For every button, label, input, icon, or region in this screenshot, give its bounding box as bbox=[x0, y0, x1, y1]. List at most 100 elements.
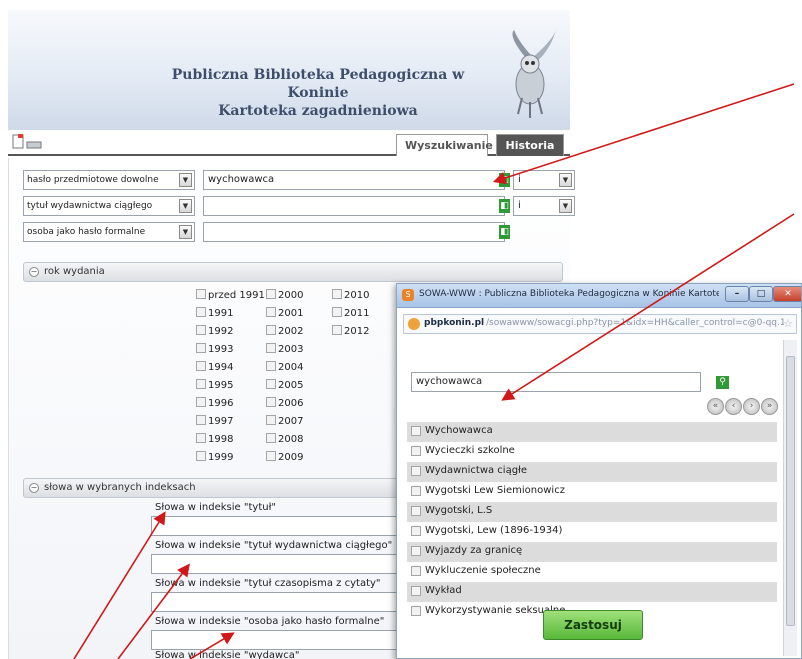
result-item[interactable]: Wychowawca bbox=[407, 422, 777, 442]
year-checkbox[interactable]: 1998 bbox=[196, 432, 233, 450]
next-page-icon[interactable]: › bbox=[743, 398, 760, 415]
dropdown-arrow-icon[interactable]: ▼ bbox=[559, 199, 572, 213]
year-checkbox[interactable]: 1994 bbox=[196, 360, 233, 378]
last-page-icon[interactable]: » bbox=[761, 398, 778, 415]
dropdown-arrow-icon[interactable]: ▼ bbox=[179, 225, 192, 239]
checkbox-icon[interactable] bbox=[266, 325, 276, 335]
result-item[interactable]: Wygotski, Lew (1896-1934) bbox=[407, 522, 777, 542]
index-field-select[interactable]: tytuł wydawnictwa ciągłego ▼ bbox=[23, 196, 195, 216]
checkbox-icon[interactable] bbox=[266, 343, 276, 353]
collapse-toggle-icon[interactable]: − bbox=[29, 267, 39, 277]
checkbox-icon[interactable] bbox=[332, 307, 342, 317]
year-checkbox[interactable]: 2003 bbox=[266, 342, 303, 360]
checkbox-icon[interactable] bbox=[411, 426, 421, 436]
browse-index-icon[interactable]: ◧ bbox=[499, 199, 510, 213]
checkbox-icon[interactable] bbox=[196, 289, 206, 299]
checkbox-icon[interactable] bbox=[266, 289, 276, 299]
checkbox-icon[interactable] bbox=[411, 506, 421, 516]
result-item[interactable]: Wykluczenie społeczne bbox=[407, 562, 777, 582]
index-field-select[interactable]: osoba jako hasło formalne ▼ bbox=[23, 222, 195, 242]
year-checkbox[interactable]: 2004 bbox=[266, 360, 303, 378]
popup-search-input[interactable]: wychowawca ⚲ bbox=[411, 372, 729, 392]
year-checkbox[interactable]: 1999 bbox=[196, 450, 233, 468]
checkbox-icon[interactable] bbox=[266, 361, 276, 371]
window-minimize-icon[interactable]: – bbox=[725, 286, 749, 302]
search-icon[interactable]: ⚲ bbox=[716, 376, 729, 389]
collapse-toggle-icon[interactable]: − bbox=[29, 483, 39, 493]
result-item[interactable]: Wygotski, L.S bbox=[407, 502, 777, 522]
checkbox-icon[interactable] bbox=[266, 433, 276, 443]
dropdown-arrow-icon[interactable]: ▼ bbox=[559, 173, 572, 187]
index-field-input[interactable] bbox=[151, 592, 411, 612]
checkbox-icon[interactable] bbox=[332, 289, 342, 299]
tab-search[interactable]: Wyszukiwanie bbox=[396, 134, 493, 156]
checkbox-icon[interactable] bbox=[266, 307, 276, 317]
year-checkbox[interactable]: 2006 bbox=[266, 396, 303, 414]
first-page-icon[interactable]: « bbox=[707, 398, 724, 415]
checkbox-icon[interactable] bbox=[332, 325, 342, 335]
window-close-icon[interactable]: ✕ bbox=[773, 286, 801, 302]
year-checkbox[interactable]: przed 1991 bbox=[196, 288, 265, 306]
checkbox-icon[interactable] bbox=[411, 486, 421, 496]
index-field-select[interactable]: hasło przedmiotowe dowolne ▼ bbox=[23, 170, 195, 190]
year-checkbox[interactable]: 1996 bbox=[196, 396, 233, 414]
checkbox-icon[interactable] bbox=[411, 466, 421, 476]
operator-select[interactable]: i ▼ bbox=[513, 196, 575, 216]
checkbox-icon[interactable] bbox=[196, 343, 206, 353]
search-term-input[interactable]: wychowawca bbox=[203, 170, 505, 190]
address-bar[interactable]: pbpkonin.pl /sowawww/sowacgi.php?typ=1&i… bbox=[403, 314, 797, 334]
checkbox-icon[interactable] bbox=[266, 397, 276, 407]
checkbox-icon[interactable] bbox=[411, 606, 421, 616]
new-document-icon[interactable] bbox=[12, 134, 24, 149]
result-item[interactable]: Wydawnictwa ciągłe bbox=[407, 462, 777, 482]
tab-history[interactable]: Historia bbox=[496, 134, 564, 156]
year-checkbox[interactable]: 2005 bbox=[266, 378, 303, 396]
checkbox-icon[interactable] bbox=[196, 325, 206, 335]
year-checkbox[interactable]: 1991 bbox=[196, 306, 233, 324]
checkbox-icon[interactable] bbox=[196, 379, 206, 389]
dropdown-arrow-icon[interactable]: ▼ bbox=[179, 173, 192, 187]
year-checkbox[interactable]: 2008 bbox=[266, 432, 303, 450]
checkbox-icon[interactable] bbox=[411, 446, 421, 456]
year-checkbox[interactable]: 1992 bbox=[196, 324, 233, 342]
checkbox-icon[interactable] bbox=[196, 307, 206, 317]
year-checkbox[interactable]: 1997 bbox=[196, 414, 233, 432]
year-checkbox[interactable]: 1995 bbox=[196, 378, 233, 396]
search-term-input[interactable] bbox=[203, 196, 505, 216]
result-item[interactable]: Wycieczki szkolne bbox=[407, 442, 777, 462]
popup-scrollbar[interactable] bbox=[783, 340, 797, 656]
index-field-input[interactable] bbox=[151, 630, 411, 650]
checkbox-icon[interactable] bbox=[196, 361, 206, 371]
prev-page-icon[interactable]: ‹ bbox=[725, 398, 742, 415]
result-item[interactable]: Wygotski Lew Siemionowicz bbox=[407, 482, 777, 502]
year-checkbox[interactable]: 2002 bbox=[266, 324, 303, 342]
result-item[interactable]: Wyjazdy za granicę bbox=[407, 542, 777, 562]
year-checkbox[interactable]: 2012 bbox=[332, 324, 369, 342]
browse-index-icon[interactable]: ◧ bbox=[499, 225, 510, 239]
checkbox-icon[interactable] bbox=[196, 433, 206, 443]
print-icon[interactable] bbox=[26, 141, 42, 149]
year-checkbox[interactable]: 2010 bbox=[332, 288, 369, 306]
year-checkbox[interactable]: 1993 bbox=[196, 342, 233, 360]
index-field-input[interactable] bbox=[151, 516, 411, 536]
checkbox-icon[interactable] bbox=[266, 379, 276, 389]
checkbox-icon[interactable] bbox=[196, 451, 206, 461]
search-term-input[interactable] bbox=[203, 222, 505, 242]
checkbox-icon[interactable] bbox=[266, 415, 276, 425]
year-checkbox[interactable]: 2007 bbox=[266, 414, 303, 432]
checkbox-icon[interactable] bbox=[196, 415, 206, 425]
checkbox-icon[interactable] bbox=[411, 546, 421, 556]
year-checkbox[interactable]: 2000 bbox=[266, 288, 303, 306]
popup-title-bar[interactable]: S SOWA-WWW : Publiczna Biblioteka Pedago… bbox=[397, 284, 801, 308]
year-checkbox[interactable]: 2009 bbox=[266, 450, 303, 468]
checkbox-icon[interactable] bbox=[411, 566, 421, 576]
checkbox-icon[interactable] bbox=[411, 526, 421, 536]
checkbox-icon[interactable] bbox=[266, 451, 276, 461]
dropdown-arrow-icon[interactable]: ▼ bbox=[179, 199, 192, 213]
year-checkbox[interactable]: 2011 bbox=[332, 306, 369, 324]
checkbox-icon[interactable] bbox=[196, 397, 206, 407]
scrollbar-thumb[interactable] bbox=[786, 356, 795, 626]
checkbox-icon[interactable] bbox=[411, 586, 421, 596]
window-maximize-icon[interactable]: □ bbox=[749, 286, 773, 302]
apply-button[interactable]: Zastosuj bbox=[543, 610, 643, 640]
